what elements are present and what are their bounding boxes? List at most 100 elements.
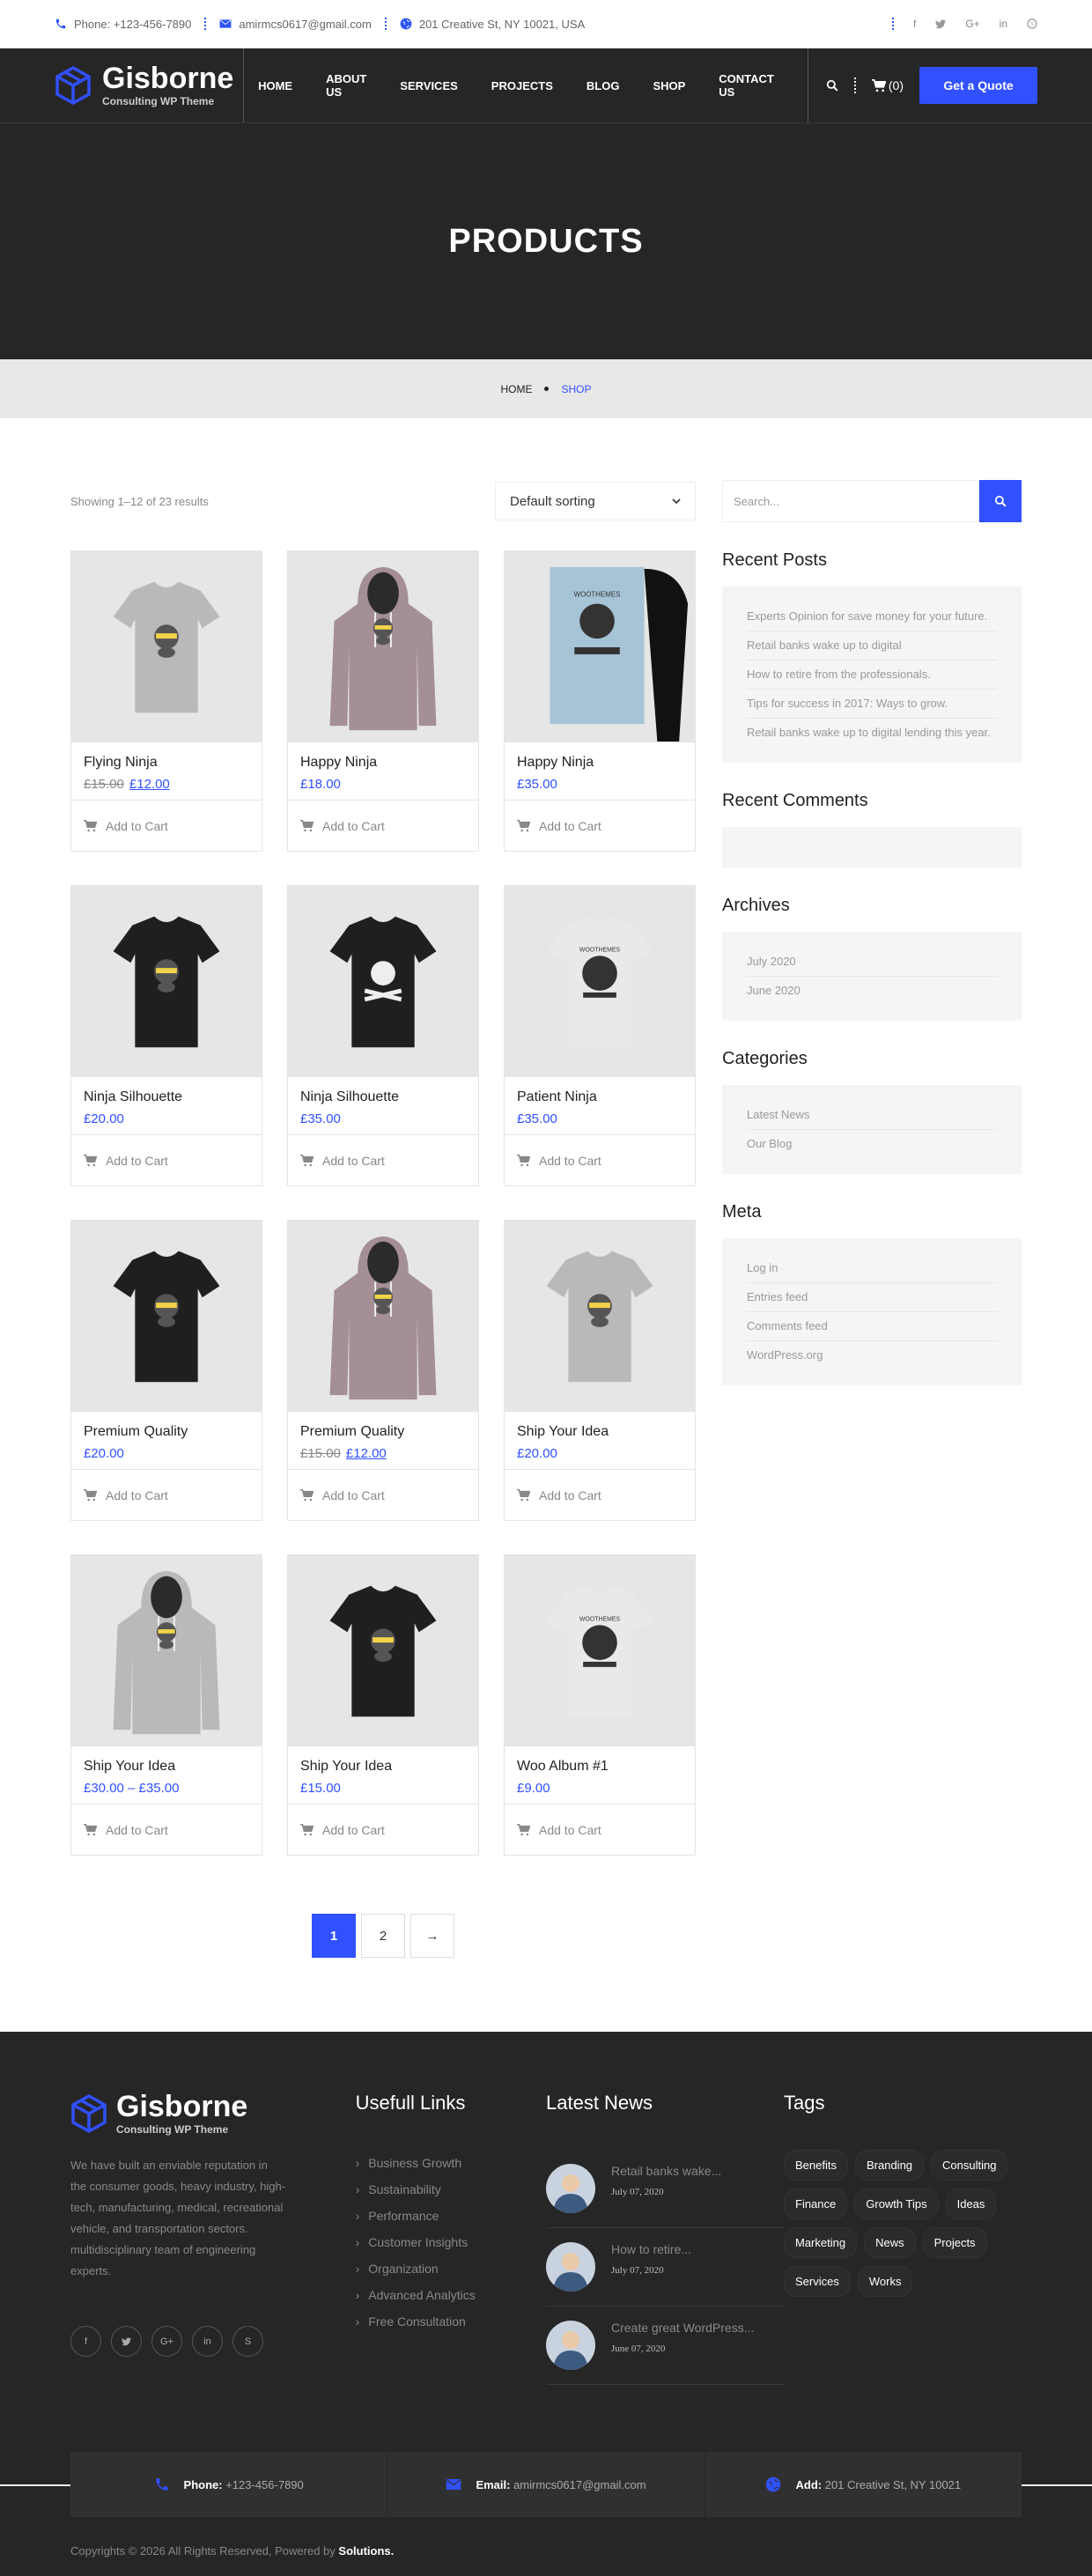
footer-link[interactable]: › Business Growth [356,2150,546,2176]
product-image[interactable]: WOOTHEMES [505,551,695,742]
google-plus-icon[interactable]: G+ [151,2326,182,2357]
news-item[interactable]: How to retire... July 07, 2020 [546,2228,784,2307]
skype-icon[interactable]: S [1027,18,1037,29]
product-name[interactable]: Happy Ninja [300,755,466,771]
footer-link[interactable]: › Performance [356,2203,546,2229]
news-title[interactable]: Retail banks wake... [611,2164,721,2178]
google-plus-icon[interactable]: G+ [965,18,979,30]
search-button[interactable] [979,480,1022,522]
footer-link[interactable]: › Free Consultation [356,2308,546,2335]
footer-email[interactable]: amirmcs0617@gmail.com [513,2478,646,2491]
twitter-icon[interactable] [935,18,947,29]
add-to-cart-button[interactable]: Add to Cart [288,1804,478,1855]
add-to-cart-button[interactable]: Add to Cart [288,1134,478,1185]
product-name[interactable]: Ninja Silhouette [84,1089,249,1105]
product-image[interactable] [71,551,262,742]
recent-post-link[interactable]: Retail banks wake up to digital [747,631,997,661]
nav-shop[interactable]: SHOP [653,79,685,92]
product-card[interactable]: Happy Ninja £18.00 Add to Cart [287,550,479,852]
product-card[interactable]: WOOTHEMES Woo Album #1 £9.00 Add to Cart [504,1554,696,1856]
product-name[interactable]: Flying Ninja [84,755,249,771]
product-card[interactable]: Ninja Silhouette £20.00 Add to Cart [70,885,262,1186]
copyright-brand[interactable]: Solutions. [338,2544,394,2558]
footer-link[interactable]: › Sustainability [356,2176,546,2203]
facebook-icon[interactable]: f [913,18,916,30]
news-thumbnail[interactable] [546,2321,595,2370]
search-input[interactable]: Search... [722,480,979,522]
tag-link[interactable]: Branding [854,2150,925,2181]
product-image[interactable] [288,551,478,742]
news-item[interactable]: Retail banks wake... July 07, 2020 [546,2150,784,2228]
news-item[interactable]: Create great WordPress... June 07, 2020 [546,2307,784,2385]
product-name[interactable]: Ship Your Idea [517,1424,682,1440]
product-name[interactable]: Ninja Silhouette [300,1089,466,1105]
linkedin-icon[interactable]: in [192,2326,223,2357]
add-to-cart-button[interactable]: Add to Cart [505,1469,695,1520]
product-name[interactable]: Happy Ninja [517,755,682,771]
nav-projects[interactable]: PROJECTS [491,79,553,92]
meta-link[interactable]: Comments feed [747,1312,997,1341]
tag-link[interactable]: Consulting [931,2150,1008,2181]
product-name[interactable]: Ship Your Idea [84,1759,249,1775]
category-link[interactable]: Latest News [747,1101,997,1130]
recent-post-link[interactable]: Tips for success in 2017: Ways to grow. [747,690,997,719]
product-image[interactable] [288,886,478,1077]
breadcrumb-home[interactable]: HOME [500,383,532,395]
nav-contact-us[interactable]: CONTACT US [719,72,774,99]
add-to-cart-button[interactable]: Add to Cart [71,800,262,851]
add-to-cart-button[interactable]: Add to Cart [288,800,478,851]
archive-link[interactable]: July 2020 [747,948,997,977]
product-image[interactable] [288,1555,478,1746]
product-image[interactable] [71,1221,262,1412]
nav-services[interactable]: SERVICES [400,79,458,92]
tag-link[interactable]: Finance [784,2188,848,2219]
tag-link[interactable]: Benefits [784,2150,848,2181]
product-name[interactable]: Premium Quality [84,1424,249,1440]
add-to-cart-button[interactable]: Add to Cart [71,1469,262,1520]
product-image[interactable]: WOOTHEMES [505,886,695,1077]
meta-link[interactable]: WordPress.org [747,1341,997,1369]
footer-link[interactable]: › Organization [356,2255,546,2282]
skype-icon[interactable]: S [232,2326,263,2357]
tag-link[interactable]: News [864,2227,916,2258]
product-card[interactable]: Ship Your Idea £15.00 Add to Cart [287,1554,479,1856]
product-card[interactable]: Ship Your Idea £30.00 – £35.00 Add to Ca… [70,1554,262,1856]
product-image[interactable] [71,886,262,1077]
add-to-cart-button[interactable]: Add to Cart [71,1804,262,1855]
add-to-cart-button[interactable]: Add to Cart [505,1804,695,1855]
product-image[interactable] [71,1555,262,1746]
tag-link[interactable]: Projects [922,2227,987,2258]
product-card[interactable]: WOOTHEMES Patient Ninja £35.00 Add to Ca… [504,885,696,1186]
product-card[interactable]: Flying Ninja £15.00 £12.00 Add to Cart [70,550,262,852]
add-to-cart-button[interactable]: Add to Cart [505,800,695,851]
add-to-cart-button[interactable]: Add to Cart [288,1469,478,1520]
sorting-select[interactable]: Default sorting [495,482,696,520]
product-name[interactable]: Premium Quality [300,1424,466,1440]
recent-post-link[interactable]: Retail banks wake up to digital lending … [747,719,997,747]
linkedin-icon[interactable]: in [1000,18,1007,30]
product-card[interactable]: Ship Your Idea £20.00 Add to Cart [504,1220,696,1521]
footer-link[interactable]: › Advanced Analytics [356,2282,546,2308]
nav-blog[interactable]: BLOG [587,79,620,92]
product-image[interactable] [288,1221,478,1412]
product-image[interactable]: WOOTHEMES [505,1555,695,1746]
product-name[interactable]: Patient Ninja [517,1089,682,1105]
brand-logo[interactable]: Gisborne Consulting WP Theme [0,48,245,122]
tag-link[interactable]: Ideas [945,2188,997,2219]
product-card[interactable]: Premium Quality £15.00 £12.00 Add to Cart [287,1220,479,1521]
product-name[interactable]: Ship Your Idea [300,1759,466,1775]
topbar-email[interactable]: amirmcs0617@gmail.com [239,18,371,31]
recent-post-link[interactable]: Experts Opinion for save money for your … [747,602,997,631]
news-title[interactable]: Create great WordPress... [611,2321,754,2335]
product-card[interactable]: Ninja Silhouette £35.00 Add to Cart [287,885,479,1186]
news-title[interactable]: How to retire... [611,2242,691,2256]
get-a-quote-button[interactable]: Get a Quote [919,67,1037,104]
add-to-cart-button[interactable]: Add to Cart [71,1134,262,1185]
meta-link[interactable]: Entries feed [747,1283,997,1312]
nav-about-us[interactable]: ABOUT US [326,72,366,99]
next-page-button[interactable]: → [410,1914,454,1958]
category-link[interactable]: Our Blog [747,1130,997,1158]
meta-link[interactable]: Log in [747,1254,997,1283]
tag-link[interactable]: Services [784,2266,851,2297]
page-2-button[interactable]: 2 [361,1914,405,1958]
